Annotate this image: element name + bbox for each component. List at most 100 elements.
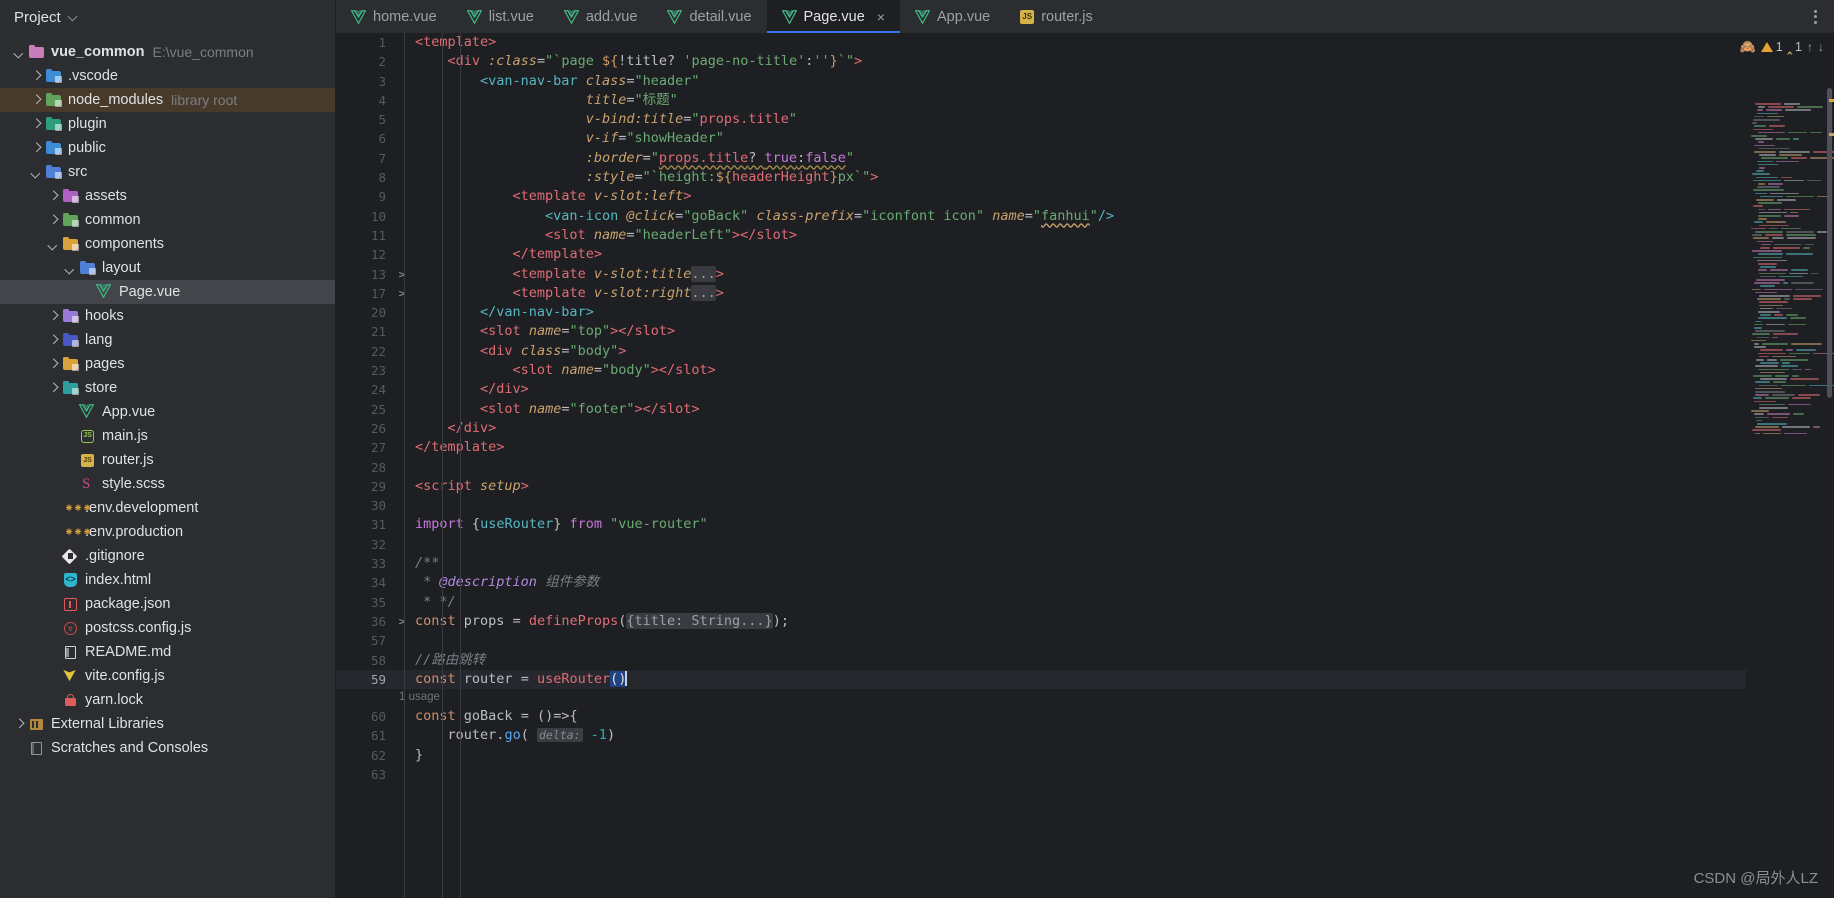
tree-item-src[interactable]: src	[0, 160, 335, 184]
code-line[interactable]: 58 //路由跳转	[336, 651, 1746, 670]
error-stripe-mark[interactable]	[1829, 99, 1834, 102]
tree-item-common[interactable]: common	[0, 208, 335, 232]
tree-item-vue-common[interactable]: vue_common E:\vue_common	[0, 40, 335, 64]
tree-item-vscode[interactable]: .vscode	[0, 64, 335, 88]
eye-off-icon[interactable]: 🙈	[1740, 39, 1756, 55]
tree-item-pages[interactable]: pages	[0, 352, 335, 376]
code-line[interactable]: 26 </div>	[336, 419, 1746, 438]
tree-item-readme-md[interactable]: README.md	[0, 640, 335, 664]
tree-twisty-open-icon[interactable]	[29, 165, 44, 180]
tree-item-router-js[interactable]: JS router.js	[0, 448, 335, 472]
code-line[interactable]: 6 v-if="showHeader"	[336, 129, 1746, 148]
tree-item-postcss-config-js[interactable]: ɐ postcss.config.js	[0, 616, 335, 640]
tree-twisty-open-icon[interactable]	[63, 261, 78, 276]
tree-item-node-modules[interactable]: node_modules library root	[0, 88, 335, 112]
tree-item-layout[interactable]: layout	[0, 256, 335, 280]
tree-item-scratches-and-consoles[interactable]: Scratches and Consoles	[0, 736, 335, 760]
tree-item-main-js[interactable]: JS main.js	[0, 424, 335, 448]
editor-minimap[interactable]	[1746, 33, 1834, 898]
tree-twisty-closed-icon[interactable]	[46, 189, 61, 204]
prev-problem-icon[interactable]: ↑	[1807, 40, 1813, 54]
code-line[interactable]: 11 <slot name="headerLeft"></slot>	[336, 226, 1746, 245]
typo-indicator[interactable]: ‸ 1	[1788, 39, 1802, 55]
usage-inlay-hint[interactable]: 1 usage	[336, 689, 1746, 707]
editor-tab-add-vue[interactable]: add.vue	[549, 0, 653, 33]
code-line[interactable]: 27 </template>	[336, 438, 1746, 457]
code-line[interactable]: 33 /**	[336, 554, 1746, 573]
code-line[interactable]: 1 <template>	[336, 33, 1746, 52]
code-line[interactable]: 4 title="标题"	[336, 91, 1746, 110]
code-line[interactable]: 25 <slot name="footer"></slot>	[336, 400, 1746, 419]
tree-item-package-json[interactable]: package.json	[0, 592, 335, 616]
tree-twisty-closed-icon[interactable]	[46, 381, 61, 396]
tree-item-store[interactable]: store	[0, 376, 335, 400]
code-line[interactable]: 24 </div>	[336, 380, 1746, 399]
code-line[interactable]: 9 <template v-slot:left>	[336, 187, 1746, 206]
project-tree[interactable]: vue_common E:\vue_common .vscode node_modul…	[0, 34, 335, 898]
tree-item-env-production[interactable]: ⁕⁕⁕ .env.production	[0, 520, 335, 544]
tree-item-index-html[interactable]: <> index.html	[0, 568, 335, 592]
code-line[interactable]: 17 > <template v-slot:right...>	[336, 284, 1746, 303]
code-line[interactable]: 8 :style="`height:${headerHeight}px`">	[336, 168, 1746, 187]
next-problem-icon[interactable]: ↓	[1818, 40, 1824, 54]
editor-tab-list-vue[interactable]: list.vue	[452, 0, 549, 33]
code-line[interactable]: 13 > <template v-slot:title...>	[336, 265, 1746, 284]
tree-twisty-closed-icon[interactable]	[29, 141, 44, 156]
tree-item-hooks[interactable]: hooks	[0, 304, 335, 328]
code-line[interactable]: 2 <div :class="`page ${!title? 'page-no-…	[336, 52, 1746, 71]
code-line[interactable]: 63	[336, 765, 1746, 784]
editor-tab-home-vue[interactable]: home.vue	[336, 0, 452, 33]
code-line[interactable]: 3 <van-nav-bar class="header"	[336, 72, 1746, 91]
fold-expand-icon[interactable]: >	[394, 265, 410, 284]
code-line[interactable]: 36 > const props = defineProps({title: Str…	[336, 612, 1746, 631]
code-editor[interactable]: 1 <template> 2 <div :class="`page ${!title…	[336, 33, 1746, 898]
tree-item-components[interactable]: components	[0, 232, 335, 256]
editor-tab-bar[interactable]: home.vue list.vue add.vue detail.vue Page.vu…	[336, 0, 1834, 33]
tree-item-plugin[interactable]: plugin	[0, 112, 335, 136]
more-options-icon[interactable]	[1804, 0, 1826, 33]
tree-item-app-vue[interactable]: App.vue	[0, 400, 335, 424]
tree-twisty-closed-icon[interactable]	[46, 333, 61, 348]
code-line[interactable]: 60 const goBack = ()=>{	[336, 707, 1746, 726]
tree-item-page-vue[interactable]: Page.vue	[0, 280, 335, 304]
code-line[interactable]: 35 * */	[336, 593, 1746, 612]
fold-expand-icon[interactable]: >	[394, 284, 410, 303]
code-line[interactable]: 32	[336, 535, 1746, 554]
tree-twisty-open-icon[interactable]	[12, 45, 27, 60]
code-line[interactable]: 22 <div class="body">	[336, 342, 1746, 361]
code-line[interactable]: 31 import {useRouter} from "vue-router"	[336, 515, 1746, 534]
tree-twisty-closed-icon[interactable]	[46, 213, 61, 228]
code-line[interactable]: 28	[336, 458, 1746, 477]
tree-item-yarn-lock[interactable]: yarn.lock	[0, 688, 335, 712]
code-line[interactable]: 10 <van-icon @click="goBack" class-prefi…	[336, 207, 1746, 226]
error-stripe-mark[interactable]	[1829, 133, 1834, 136]
code-line[interactable]: 20 </van-nav-bar>	[336, 303, 1746, 322]
code-line[interactable]: 12 </template>	[336, 245, 1746, 264]
tree-twisty-open-icon[interactable]	[46, 237, 61, 252]
tree-item-lang[interactable]: lang	[0, 328, 335, 352]
tree-twisty-closed-icon[interactable]	[46, 309, 61, 324]
code-line[interactable]: 59 const router = useRouter()	[336, 669, 1746, 690]
code-line[interactable]: 23 <slot name="body"></slot>	[336, 361, 1746, 380]
warning-indicator[interactable]: 1	[1760, 40, 1783, 54]
code-line[interactable]: 29 <script setup>	[336, 477, 1746, 496]
project-panel-header[interactable]: Project	[0, 0, 335, 34]
editor-tab-app-vue[interactable]: App.vue	[900, 0, 1005, 33]
tree-twisty-closed-icon[interactable]	[46, 357, 61, 372]
code-line[interactable]: 21 <slot name="top"></slot>	[336, 322, 1746, 341]
tree-item-external-libraries[interactable]: External Libraries	[0, 712, 335, 736]
code-line[interactable]: 7 :border="props.title? true:false"	[336, 149, 1746, 168]
code-line[interactable]: 34 * @description 组件参数	[336, 573, 1746, 592]
tree-twisty-closed-icon[interactable]	[29, 93, 44, 108]
code-line[interactable]: 61 router.go( delta: -1)	[336, 726, 1746, 745]
tree-item-vite-config-js[interactable]: vite.config.js	[0, 664, 335, 688]
editor-tab-detail-vue[interactable]: detail.vue	[652, 0, 766, 33]
tree-twisty-closed-icon[interactable]	[12, 717, 27, 732]
code-line[interactable]: 30	[336, 496, 1746, 515]
tree-item-assets[interactable]: assets	[0, 184, 335, 208]
inspection-widget[interactable]: 🙈 1 ‸ 1 ↑ ↓	[1740, 39, 1825, 55]
code-line[interactable]: 5 v-bind:title="props.title"	[336, 110, 1746, 129]
tree-item-public[interactable]: public	[0, 136, 335, 160]
tree-item-gitignore[interactable]: .gitignore	[0, 544, 335, 568]
tree-item-env-development[interactable]: ⁕⁕⁕ .env.development	[0, 496, 335, 520]
